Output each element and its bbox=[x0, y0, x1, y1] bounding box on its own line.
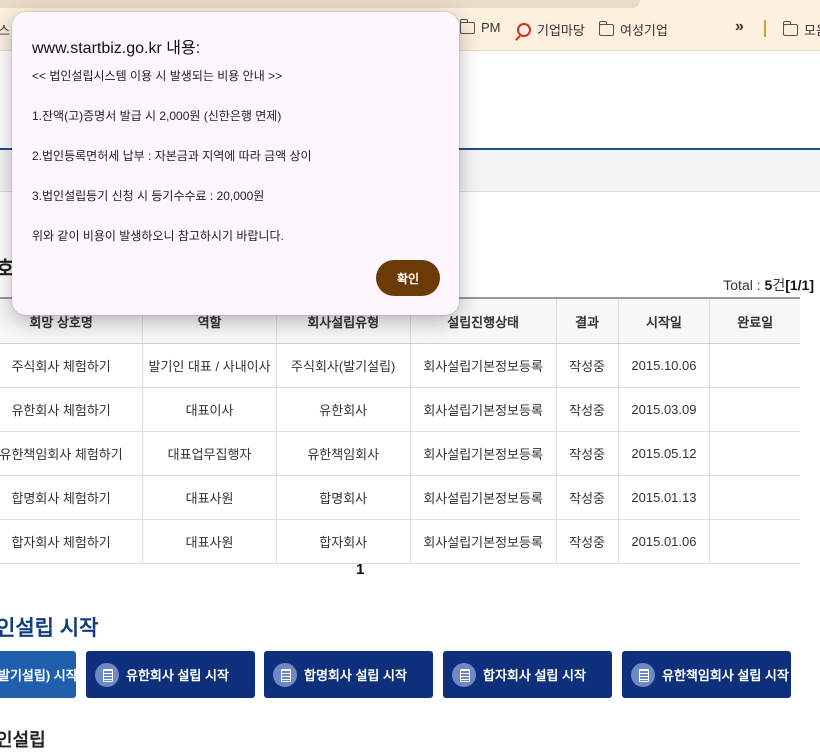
total-unit: 건 bbox=[772, 277, 786, 293]
dialog-message-line: 3.법인설립등기 신청 시 등기수수료 : 20,000원 bbox=[32, 189, 265, 203]
company-name-cell[interactable]: 합자회사 체험하기 bbox=[0, 519, 144, 564]
start-date-cell: 2015.05.12 bbox=[618, 431, 711, 476]
alert-dialog: www.startbiz.go.kr 내용: << 법인설립시스템 이용 시 발… bbox=[12, 12, 459, 315]
type-cell: 유한회사 bbox=[276, 387, 411, 432]
folder-icon bbox=[782, 20, 798, 36]
bookmark-women-business[interactable]: 여성기업 bbox=[598, 20, 668, 39]
table-row[interactable]: 합명회사 체험하기 대표사원 합명회사 회사설립기본정보등록 작성중 2015.… bbox=[0, 475, 800, 520]
column-header: 결과 bbox=[556, 297, 619, 344]
status-cell: 회사설립기본정보등록 bbox=[410, 475, 557, 520]
confirm-button[interactable]: 확인 bbox=[376, 260, 440, 296]
type-cell: 주식회사(발기설립) bbox=[276, 343, 411, 388]
button-label: 유한책임회사 설립 시작 bbox=[662, 668, 789, 683]
total-page: [1/1] bbox=[785, 277, 814, 293]
bookmark-label: PM bbox=[481, 20, 501, 35]
total-prefix: Total : bbox=[723, 277, 765, 293]
column-header: 시작일 bbox=[618, 297, 711, 344]
dialog-message-line: 위와 같이 비용이 발생하오니 참고하시기 바랍니다. bbox=[32, 229, 284, 243]
result-cell: 작성중 bbox=[556, 387, 619, 432]
status-cell: 회사설립기본정보등록 bbox=[410, 387, 557, 432]
type-cell: 유한책임회사 bbox=[276, 431, 411, 476]
section-title-partial: 인설립 bbox=[0, 730, 46, 750]
table-row[interactable]: 유한책임회사 체험하기 대표업무집행자 유한책임회사 회사설립기본정보등록 작성… bbox=[0, 431, 800, 476]
role-cell: 발기인 대표 / 사내이사 bbox=[142, 343, 277, 388]
start-llc-button[interactable]: 유한책임회사 설립 시작 bbox=[622, 651, 791, 698]
start-limited-partnership-button[interactable]: 합자회사 설립 시작 bbox=[443, 651, 612, 698]
bookmark-folder-collection[interactable]: 모음 bbox=[782, 20, 820, 39]
end-date-cell bbox=[709, 343, 800, 388]
column-header: 완료일 bbox=[709, 297, 800, 344]
bookmark-partial-label: 스 bbox=[0, 23, 10, 38]
section-title: 인설립 시작 bbox=[0, 617, 99, 640]
dialog-message-line: << 법인설립시스템 이용 시 발생되는 비용 안내 >> bbox=[32, 69, 283, 83]
end-date-cell bbox=[709, 387, 800, 432]
role-cell: 대표이사 bbox=[142, 387, 277, 432]
button-label: 합명회사 설립 시작 bbox=[304, 668, 407, 683]
role-cell: 대표사원 bbox=[142, 475, 277, 520]
start-date-cell: 2015.01.13 bbox=[618, 475, 711, 520]
role-cell: 대표사원 bbox=[142, 519, 277, 564]
total-count: Total : 5건[1/1] bbox=[723, 275, 814, 295]
company-name-cell[interactable]: 유한책임회사 체험하기 bbox=[0, 431, 144, 476]
status-cell: 회사설립기본정보등록 bbox=[410, 519, 557, 564]
bookmark-pm[interactable]: PM bbox=[459, 18, 501, 35]
pagination-page-1[interactable]: 1 bbox=[356, 561, 364, 578]
end-date-cell bbox=[709, 431, 800, 476]
bookmark-bizinfo[interactable]: 기업마당 bbox=[517, 20, 585, 39]
start-date-cell: 2015.01.06 bbox=[618, 519, 711, 564]
button-label: 발기설립) 시작 bbox=[0, 668, 78, 683]
building-icon bbox=[95, 662, 119, 687]
bookmark-label: 여성기업 bbox=[620, 23, 668, 38]
table-row[interactable]: 합자회사 체험하기 대표사원 합자회사 회사설립기본정보등록 작성중 2015.… bbox=[0, 519, 800, 564]
dialog-title: www.startbiz.go.kr 내용: bbox=[32, 40, 201, 57]
start-date-cell: 2015.03.09 bbox=[618, 387, 711, 432]
start-general-partnership-button[interactable]: 합명회사 설립 시작 bbox=[264, 651, 433, 698]
type-cell: 합자회사 bbox=[276, 519, 411, 564]
building-icon bbox=[273, 662, 297, 687]
bookmark-separator bbox=[764, 20, 766, 37]
button-label: 유한회사 설립 시작 bbox=[126, 668, 229, 683]
end-date-cell bbox=[709, 519, 800, 564]
company-name-cell[interactable]: 주식회사 체험하기 bbox=[0, 343, 144, 388]
start-limited-company-button[interactable]: 유한회사 설립 시작 bbox=[86, 651, 255, 698]
type-cell: 합명회사 bbox=[276, 475, 411, 520]
dialog-message-line: 1.잔액(고)증명서 발급 시 2,000원 (신한은행 면제) bbox=[32, 109, 282, 123]
bookmark-label: 모음 bbox=[804, 23, 820, 38]
building-icon bbox=[452, 662, 476, 687]
company-name-cell[interactable]: 합명회사 체험하기 bbox=[0, 475, 144, 520]
status-cell: 회사설립기본정보등록 bbox=[410, 431, 557, 476]
result-cell: 작성중 bbox=[556, 431, 619, 476]
company-name-cell[interactable]: 유한회사 체험하기 bbox=[0, 387, 144, 432]
bookmark-label: 기업마당 bbox=[537, 23, 585, 38]
company-list-table: 회망 상호명 역할 회사설립유형 설립진행상태 결과 시작일 완료일 주식회사 … bbox=[0, 297, 800, 564]
more-bookmarks-icon[interactable]: » bbox=[735, 18, 744, 36]
status-cell: 회사설립기본정보등록 bbox=[410, 343, 557, 388]
end-date-cell bbox=[709, 475, 800, 520]
table-row[interactable]: 주식회사 체험하기 발기인 대표 / 사내이사 주식회사(발기설립) 회사설립기… bbox=[0, 343, 800, 388]
bookmark-partial[interactable]: 스 bbox=[0, 20, 10, 39]
button-label: 합자회사 설립 시작 bbox=[483, 668, 586, 683]
result-cell: 작성중 bbox=[556, 343, 619, 388]
start-stock-company-button[interactable]: 발기설립) 시작 bbox=[0, 651, 78, 698]
dialog-message-line: 2.법인등록면허세 납부 : 자본금과 지역에 따라 금액 상이 bbox=[32, 149, 312, 163]
folder-icon bbox=[598, 20, 614, 36]
building-icon bbox=[631, 662, 655, 687]
start-date-cell: 2015.10.06 bbox=[618, 343, 711, 388]
address-bar-edge bbox=[0, 0, 640, 8]
result-cell: 작성중 bbox=[556, 475, 619, 520]
result-cell: 작성중 bbox=[556, 519, 619, 564]
folder-icon bbox=[459, 18, 475, 34]
table-row[interactable]: 유한회사 체험하기 대표이사 유한회사 회사설립기본정보등록 작성중 2015.… bbox=[0, 387, 800, 432]
search-icon bbox=[517, 22, 531, 37]
role-cell: 대표업무집행자 bbox=[142, 431, 277, 476]
